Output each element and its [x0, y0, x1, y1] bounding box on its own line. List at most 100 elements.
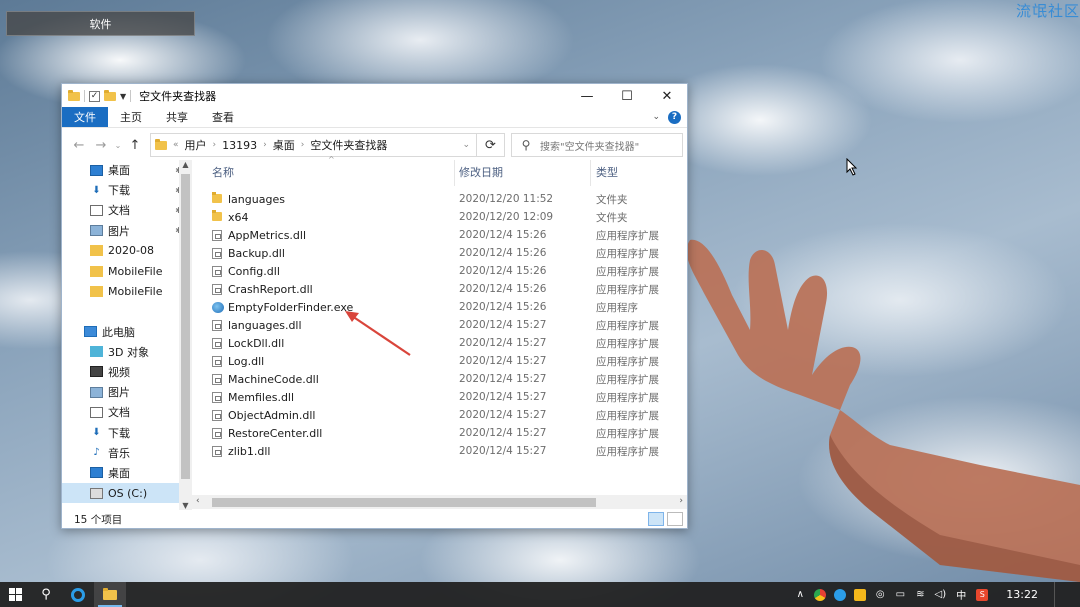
ime-indicator[interactable]: 中 [954, 589, 968, 602]
nav-item[interactable]: 图片✱ [62, 221, 192, 241]
expand-ribbon-icon[interactable]: ⌄ [652, 112, 660, 122]
column-divider[interactable] [590, 160, 591, 186]
address-dropdown-icon[interactable]: ⌄ [462, 140, 476, 150]
back-icon[interactable]: ← [68, 138, 90, 153]
nav-item[interactable]: 3D 对象 [62, 342, 192, 362]
scroll-thumb[interactable] [212, 498, 596, 507]
chevron-right-icon[interactable]: › [263, 140, 267, 150]
scroll-thumb[interactable] [181, 174, 190, 479]
scroll-down-icon[interactable]: ▼ [179, 501, 192, 510]
music-icon: ♪ [93, 447, 100, 459]
file-type: 应用程序扩展 [596, 319, 659, 332]
nav-item[interactable]: 视频 [62, 362, 192, 382]
file-row[interactable]: ObjectAdmin.dll 2020/12/4 15:27 应用程序扩展 [200, 406, 689, 424]
minimize-button[interactable]: — [567, 84, 607, 108]
app-tray-icon[interactable]: ◎ [874, 589, 886, 601]
nav-item[interactable]: ♪ 音乐 [62, 443, 192, 463]
chevron-right-icon[interactable]: › [213, 140, 217, 150]
nav-item[interactable]: ⬇ 下载 [62, 422, 192, 442]
refresh-button[interactable]: ⟳ [477, 133, 505, 157]
chevron-icon[interactable]: « [173, 140, 179, 150]
file-row[interactable]: x64 2020/12/20 12:09 文件夹 [200, 208, 689, 226]
wifi-icon[interactable]: ≋ [914, 589, 926, 601]
file-row[interactable]: languages 2020/12/20 11:52 文件夹 [200, 190, 689, 208]
nav-scrollbar[interactable]: ▲ ▼ [179, 160, 192, 510]
file-row[interactable]: AppMetrics.dll 2020/12/4 15:26 应用程序扩展 [200, 226, 689, 244]
nav-item[interactable]: 文档 [62, 402, 192, 422]
computer-icon [84, 326, 97, 338]
explorer-window[interactable]: ✓ ▼ 空文件夹查找器 — ☐ ✕ 文件 主页 共享 查看 ⌄ ? ← → ⌄ … [61, 83, 688, 529]
breadcrumb-item[interactable]: 桌面 [273, 137, 295, 153]
nav-item[interactable]: 桌面✱ [62, 160, 192, 180]
sogou-input-icon[interactable]: S [976, 588, 989, 601]
chevron-right-icon[interactable]: › [301, 140, 305, 150]
clock[interactable]: 13:22 [996, 588, 1046, 601]
file-row[interactable]: Memfiles.dll 2020/12/4 15:27 应用程序扩展 [200, 388, 689, 406]
column-divider[interactable] [454, 160, 455, 186]
chrome-icon[interactable] [814, 588, 827, 601]
breadcrumb-item[interactable]: 用户 [185, 137, 207, 153]
customize-dropdown-icon[interactable]: ▼ [120, 92, 126, 101]
search-icon[interactable]: ⚲ [30, 582, 62, 607]
tab-share[interactable]: 共享 [154, 107, 200, 127]
show-hidden-icons-icon[interactable]: ∧ [794, 589, 806, 601]
browser-icon[interactable] [62, 582, 94, 607]
properties-icon[interactable]: ✓ [89, 90, 100, 102]
breadcrumb-item[interactable]: 空文件夹查找器 [310, 137, 387, 153]
file-row[interactable]: Config.dll 2020/12/4 15:26 应用程序扩展 [200, 262, 689, 280]
column-name-header[interactable]: 名称 [212, 164, 234, 184]
nav-item[interactable]: 2020-08 [62, 241, 192, 261]
notification-area-button[interactable] [1054, 582, 1074, 607]
nav-item[interactable]: 桌面 [62, 463, 192, 483]
large-icons-view-icon[interactable] [667, 512, 683, 526]
title-bar[interactable]: ✓ ▼ 空文件夹查找器 — ☐ ✕ [62, 84, 687, 108]
up-icon[interactable]: ↑ [124, 138, 146, 153]
column-date-header[interactable]: 修改日期 [459, 164, 503, 184]
nav-item[interactable]: ⬇下载✱ [62, 180, 192, 200]
file-row[interactable]: languages.dll 2020/12/4 15:27 应用程序扩展 [200, 316, 689, 334]
hand-image [686, 239, 1080, 582]
file-row[interactable]: zlib1.dll 2020/12/4 15:27 应用程序扩展 [200, 442, 689, 460]
scroll-up-icon[interactable]: ▲ [179, 160, 192, 169]
nav-item[interactable]: 文档✱ [62, 200, 192, 220]
column-type-header[interactable]: 类型 [596, 164, 618, 184]
maximize-button[interactable]: ☐ [607, 84, 647, 108]
file-name: ObjectAdmin.dll [228, 408, 316, 422]
file-row[interactable]: EmptyFolderFinder.exe 2020/12/4 15:26 应用程序 [200, 298, 689, 316]
battery-icon[interactable]: ▭ [894, 589, 906, 601]
file-row[interactable]: MachineCode.dll 2020/12/4 15:27 应用程序扩展 [200, 370, 689, 388]
new-folder-icon[interactable] [104, 89, 116, 101]
tab-view[interactable]: 查看 [200, 107, 246, 127]
nav-item-label: 图片 [108, 224, 130, 238]
recent-locations-icon[interactable]: ⌄ [112, 141, 124, 150]
tab-file[interactable]: 文件 [62, 107, 108, 127]
file-row[interactable]: Log.dll 2020/12/4 15:27 应用程序扩展 [200, 352, 689, 370]
close-button[interactable]: ✕ [647, 84, 687, 108]
forward-icon[interactable]: → [90, 138, 112, 153]
shield-icon[interactable] [854, 588, 867, 601]
breadcrumb-item[interactable]: 13193 [222, 139, 257, 152]
scroll-left-icon[interactable]: ‹ [196, 496, 200, 506]
desktop-software-label[interactable]: 软件 [6, 11, 195, 36]
file-row[interactable]: LockDll.dll 2020/12/4 15:27 应用程序扩展 [200, 334, 689, 352]
file-row[interactable]: Backup.dll 2020/12/4 15:26 应用程序扩展 [200, 244, 689, 262]
volume-icon[interactable]: ◁) [934, 589, 947, 601]
nav-item[interactable]: 图片 [62, 382, 192, 402]
search-input[interactable]: ⚲ 搜索"空文件夹查找器" [511, 133, 683, 157]
nav-item[interactable]: 此电脑 [62, 322, 192, 342]
browser-tray-icon[interactable] [834, 588, 847, 601]
file-row[interactable]: RestoreCenter.dll 2020/12/4 15:27 应用程序扩展 [200, 424, 689, 442]
file-explorer-icon[interactable] [94, 582, 126, 607]
horizontal-scrollbar[interactable]: ‹ › [192, 495, 687, 509]
help-icon[interactable]: ? [668, 110, 681, 124]
address-bar[interactable]: « 用户 › 13193 › 桌面 › 空文件夹查找器 ⌄ [150, 133, 477, 157]
details-view-icon[interactable] [648, 512, 664, 526]
start-button[interactable] [0, 582, 30, 607]
nav-item[interactable]: MobileFile [62, 261, 192, 281]
file-row[interactable]: CrashReport.dll 2020/12/4 15:26 应用程序扩展 [200, 280, 689, 298]
tab-home[interactable]: 主页 [108, 107, 154, 127]
nav-item[interactable]: OS (C:) [62, 483, 192, 504]
scroll-right-icon[interactable]: › [679, 496, 683, 506]
nav-item[interactable]: MobileFile [62, 281, 192, 301]
file-date: 2020/12/4 15:26 [459, 229, 547, 241]
